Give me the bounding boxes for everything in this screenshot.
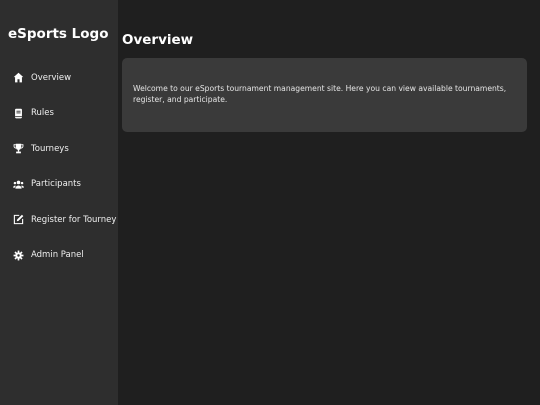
sidebar-item-rules[interactable]: Rules [0,96,118,132]
home-icon [13,72,24,83]
sidebar-item-label: Admin Panel [31,250,84,261]
main-content: Overview Welcome to our eSports tourname… [118,0,540,405]
welcome-text: Welcome to our eSports tournament manage… [133,84,507,104]
sidebar-item-participants[interactable]: Participants [0,167,118,203]
sidebar-item-register[interactable]: Register for Tourney [0,202,118,238]
trophy-icon [13,143,24,154]
sidebar-item-label: Tourneys [31,143,69,154]
book-icon [13,108,24,119]
sidebar-item-label: Rules [31,108,54,119]
sidebar-item-label: Overview [31,72,72,83]
sidebar-item-tourneys[interactable]: Tourneys [0,131,118,167]
welcome-card: Welcome to our eSports tournament manage… [122,58,527,132]
gear-icon [13,250,24,261]
sidebar-item-label: Register for Tourney [31,214,117,225]
sidebar: eSports Logo Overview Rules Tourneys Par… [0,0,118,405]
users-icon [13,179,24,190]
sidebar-item-admin[interactable]: Admin Panel [0,238,118,274]
page-title: Overview [122,32,194,48]
sidebar-nav: Overview Rules Tourneys Participants Reg… [0,60,118,273]
sidebar-item-label: Participants [31,179,81,190]
app-window: eSports Logo Overview Rules Tourneys Par… [0,0,540,405]
sidebar-item-overview[interactable]: Overview [0,60,118,96]
site-logo[interactable]: eSports Logo [0,24,118,44]
edit-icon [13,214,24,225]
